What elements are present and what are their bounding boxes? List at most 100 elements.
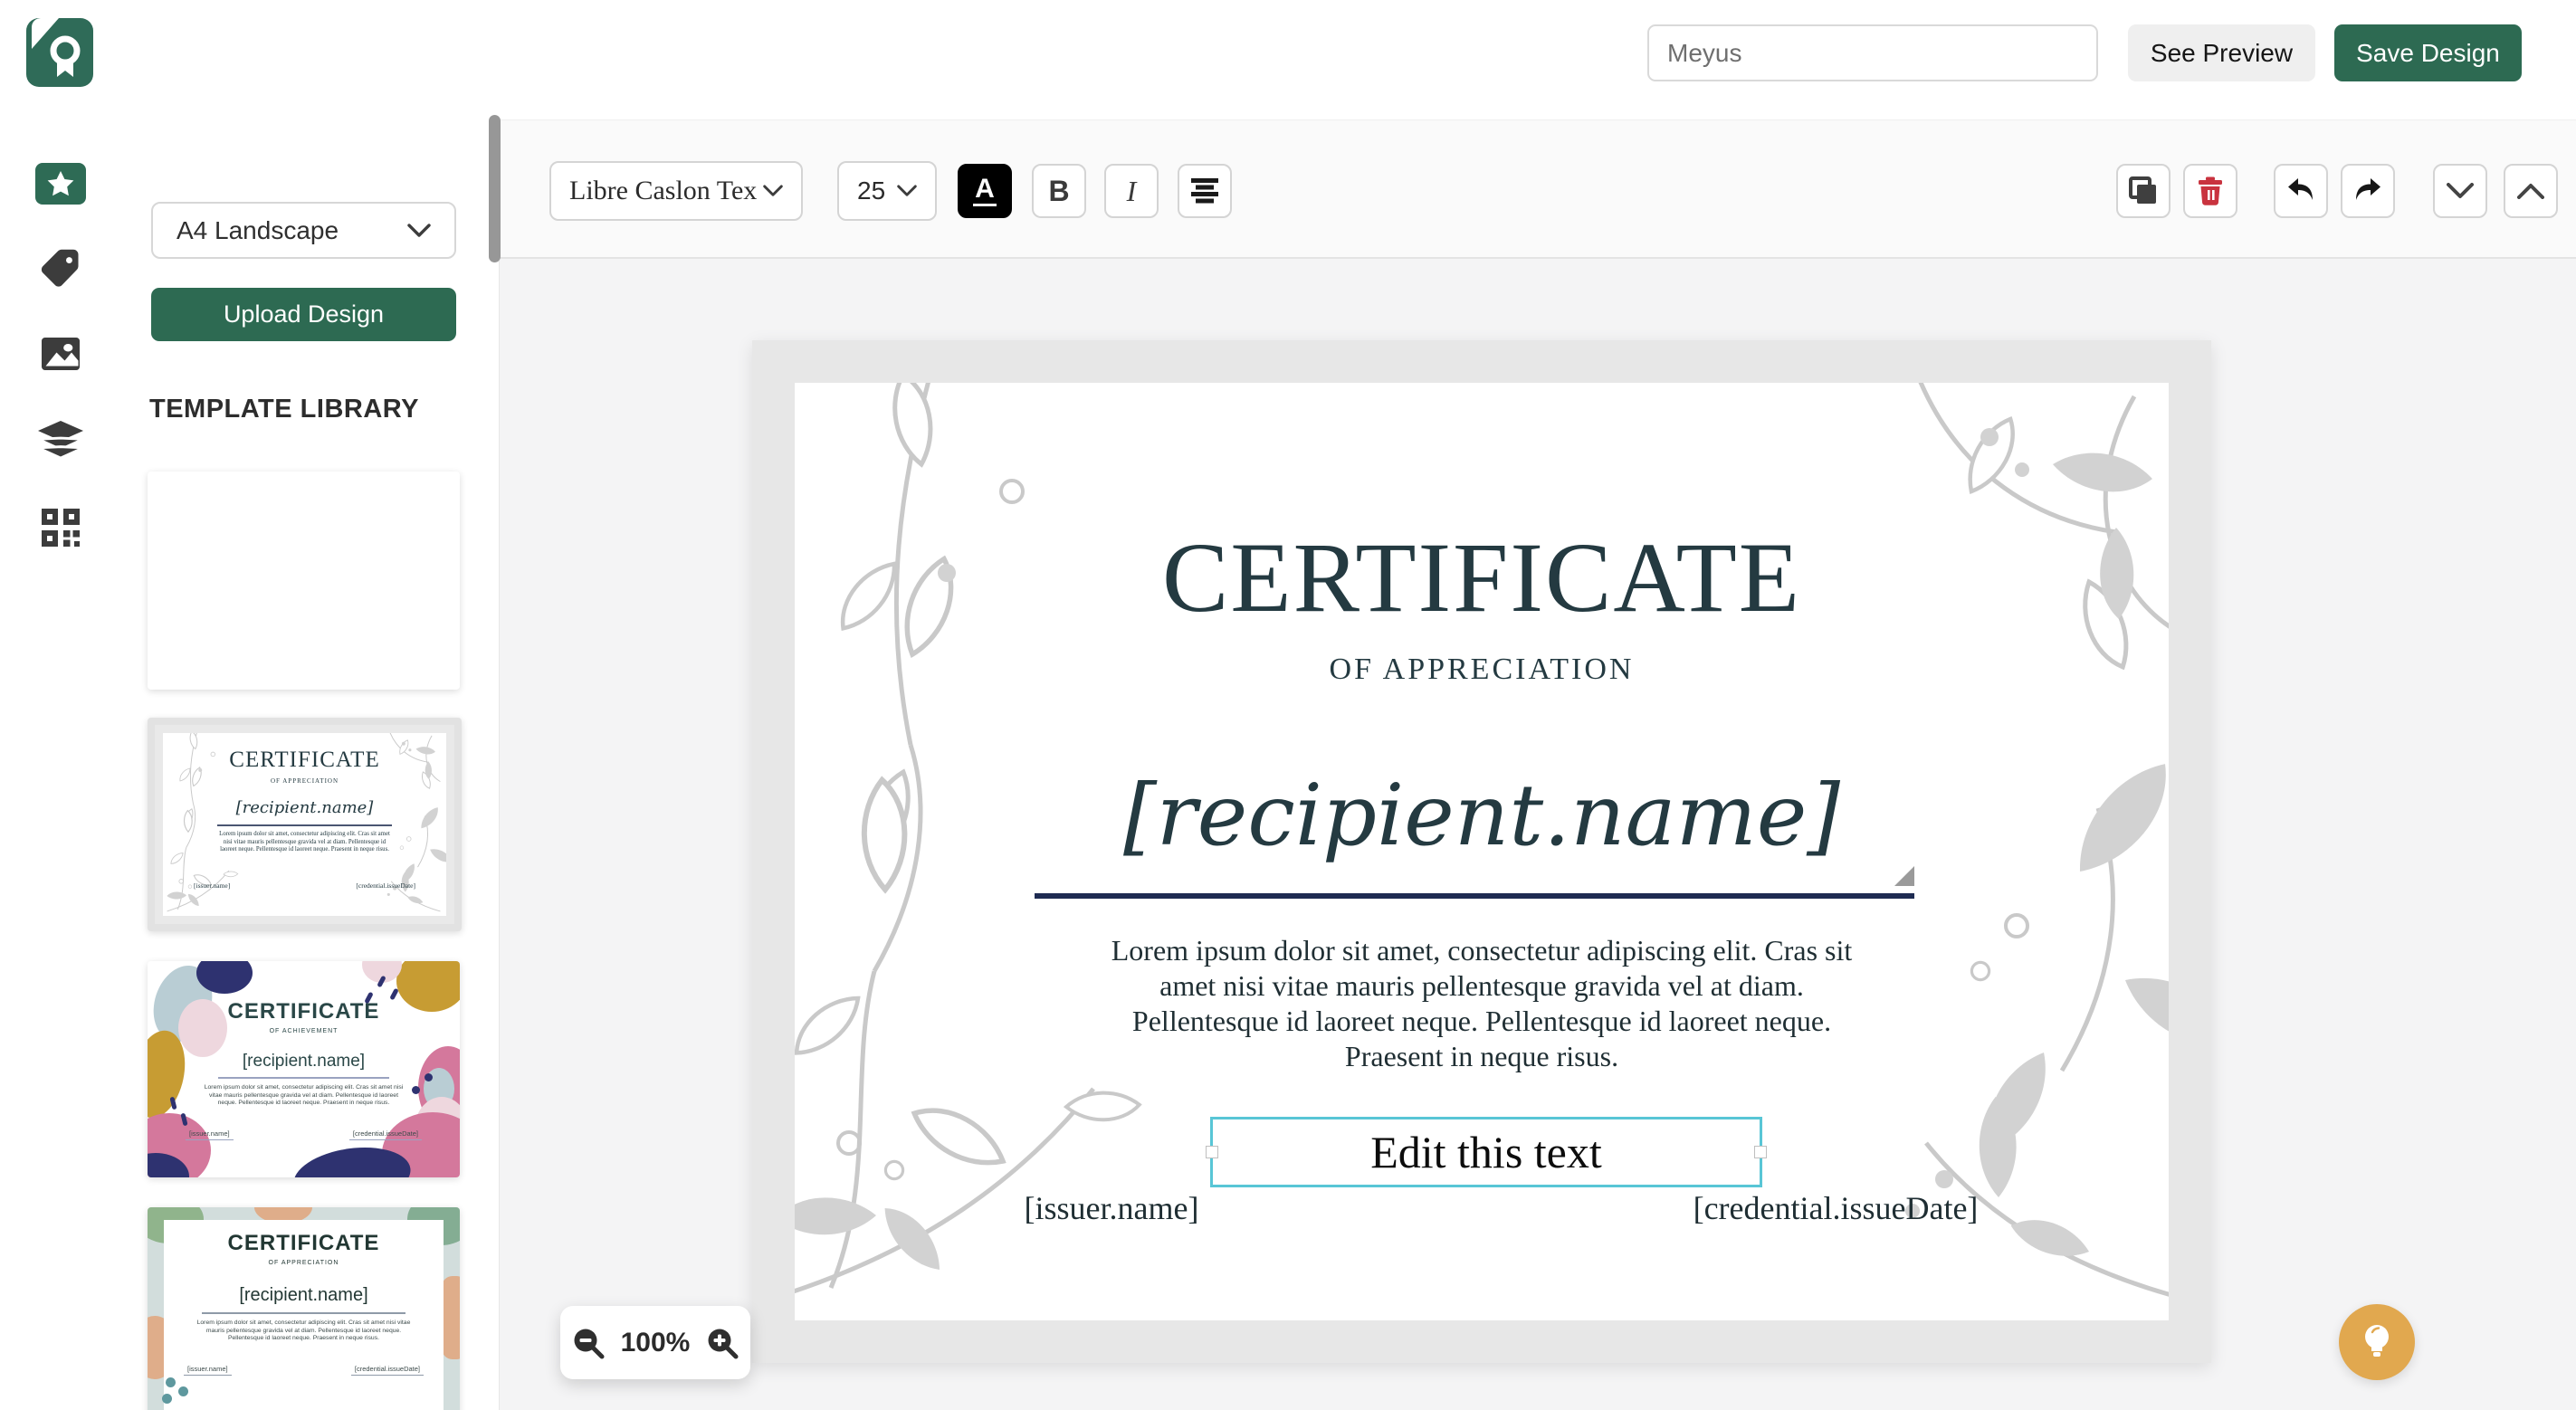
template-floral-preview: CERTIFICATE OF APPRECIATION [recipient.n… [155, 725, 454, 924]
move-up-button[interactable] [2504, 164, 2558, 218]
redo-button[interactable] [2341, 164, 2395, 218]
page-size-value: A4 Landscape [177, 215, 339, 244]
template-pastel-preview: CERTIFICATE OF APPRECIATION [recipient.n… [148, 1207, 460, 1410]
chevron-down-icon [2447, 183, 2474, 198]
app-logo [24, 16, 95, 89]
font-size-select[interactable]: 25 [837, 161, 937, 221]
sidebar-item-images[interactable] [0, 322, 120, 386]
design-canvas: CERTIFICATE OF APPRECIATION [recipient.n… [500, 259, 2576, 1410]
zoom-level-value: 100% [620, 1327, 691, 1358]
panel-scrollbar-thumb[interactable] [489, 115, 501, 262]
template-issuer: [issuer.name] [194, 881, 231, 890]
chevron-down-icon [407, 223, 431, 237]
zoom-control: 100% [560, 1306, 750, 1379]
template-library-heading: TEMPLATE LIBRARY [149, 395, 419, 424]
template-thumbnail-blank[interactable] [148, 472, 460, 690]
template-underline [217, 824, 392, 826]
align-center-icon [1191, 178, 1218, 204]
certificate-artboard[interactable]: CERTIFICATE OF APPRECIATION [recipient.n… [752, 340, 2211, 1363]
upload-design-label: Upload Design [223, 300, 385, 328]
template-abstract-preview: CERTIFICATE OF ACHIEVEMENT [recipient.na… [148, 961, 460, 1177]
selection-handle-right[interactable] [1754, 1146, 1767, 1158]
template-underline [218, 1077, 389, 1079]
template-issue-date: [credential.issueDate] [356, 881, 415, 890]
certificate-title-text[interactable]: CERTIFICATE [795, 520, 2169, 635]
undo-button[interactable] [2274, 164, 2328, 218]
template-subtitle: OF ACHIEVEMENT [269, 1028, 339, 1034]
template-subtitle: OF APPRECIATION [270, 777, 339, 785]
duplicate-icon [2129, 176, 2156, 204]
zoom-out-button[interactable] [568, 1323, 608, 1363]
selected-text-element[interactable]: Edit this text [1206, 1117, 1767, 1187]
resize-handle[interactable] [1894, 866, 1914, 886]
zoom-out-icon [574, 1329, 605, 1358]
template-title: CERTIFICATE [227, 1231, 380, 1255]
template-issuer: [issuer.name] [184, 1365, 232, 1376]
certificate-design-editor: See Preview Save Design [0, 0, 2576, 1410]
font-size-value: 25 [857, 176, 886, 205]
icon-rail [0, 0, 120, 1410]
lightbulb-icon [2365, 1325, 2389, 1357]
certificate-body-text[interactable]: Lorem ipsum dolor sit amet, consectetur … [1092, 933, 1871, 1074]
italic-button[interactable]: I [1104, 164, 1159, 218]
sidebar-item-qr-code[interactable] [0, 496, 120, 559]
save-design-label: Save Design [2356, 38, 2500, 67]
tips-fab-button[interactable] [2339, 1304, 2415, 1380]
font-family-select[interactable]: Libre Caslon Tex [549, 161, 803, 221]
image-icon [41, 338, 80, 370]
sidebar-item-templates[interactable] [0, 152, 120, 215]
chevron-down-icon [763, 185, 783, 196]
save-design-button[interactable]: Save Design [2334, 24, 2522, 81]
template-body: Lorem ipsum dolor sit amet, consectetur … [219, 831, 390, 853]
issue-date-text[interactable]: [credential.issueDate] [1655, 1189, 2017, 1227]
edit-this-text[interactable]: Edit this text [1370, 1126, 1602, 1178]
template-recipient: [recipient.name] [235, 798, 374, 817]
bold-icon: B [1048, 174, 1070, 207]
delete-button[interactable] [2183, 164, 2237, 218]
page-size-select[interactable]: A4 Landscape [151, 202, 456, 259]
template-underline [202, 1312, 405, 1314]
design-panel: A4 Landscape Upload Design TEMPLATE LIBR… [120, 0, 500, 1410]
italic-icon: I [1126, 174, 1137, 207]
text-color-button[interactable]: A [958, 164, 1012, 218]
text-align-button[interactable] [1178, 164, 1232, 218]
template-subtitle: OF APPRECIATION [268, 1260, 339, 1266]
underlined-a-icon: A [973, 176, 997, 206]
bold-button[interactable]: B [1032, 164, 1086, 218]
tag-icon [41, 249, 78, 287]
certificate-subtitle-text[interactable]: OF APPRECIATION [795, 653, 2169, 687]
top-bar: See Preview Save Design [0, 0, 2576, 119]
template-thumbnail-pastel-appreciation[interactable]: CERTIFICATE OF APPRECIATION [recipient.n… [148, 1207, 460, 1410]
text-toolbar: Libre Caslon Tex 25 A B I [500, 119, 2576, 259]
issuer-name-text[interactable]: [issuer.name] [958, 1189, 1265, 1227]
selection-handle-left[interactable] [1206, 1146, 1218, 1158]
redo-icon [2356, 178, 2380, 200]
template-body: Lorem ipsum dolor sit amet, consectetur … [204, 1084, 404, 1107]
template-recipient: [recipient.name] [242, 1052, 366, 1071]
sidebar-item-layers[interactable] [0, 409, 120, 472]
qr-code-icon [41, 509, 80, 547]
see-preview-label: See Preview [2150, 38, 2294, 67]
template-recipient: [recipient.name] [239, 1285, 368, 1305]
recipient-name-text[interactable]: [recipient.name] [795, 767, 2169, 865]
template-body: Lorem ipsum dolor sit amet, consectetur … [196, 1319, 411, 1342]
font-family-value: Libre Caslon Tex [569, 176, 758, 205]
trash-icon [2199, 176, 2222, 205]
zoom-in-button[interactable] [702, 1323, 742, 1363]
star-badge-icon [34, 163, 86, 205]
template-issuer: [issuer.name] [186, 1129, 234, 1140]
undo-icon [2288, 178, 2313, 200]
template-thumbnail-abstract-achievement[interactable]: CERTIFICATE OF ACHIEVEMENT [recipient.na… [148, 961, 460, 1177]
move-down-button[interactable] [2433, 164, 2487, 218]
design-name-input[interactable] [1647, 24, 2098, 81]
upload-design-button[interactable]: Upload Design [151, 288, 456, 341]
see-preview-button[interactable]: See Preview [2128, 24, 2315, 81]
template-issue-date: [credential.issueDate] [348, 1129, 422, 1140]
template-issue-date: [credential.issueDate] [350, 1365, 424, 1376]
chevron-down-icon [897, 185, 917, 196]
sidebar-item-attributes[interactable] [0, 237, 120, 300]
zoom-in-icon [708, 1329, 739, 1358]
duplicate-button[interactable] [2116, 164, 2171, 218]
template-thumbnail-floral-selected[interactable]: CERTIFICATE OF APPRECIATION [recipient.n… [148, 718, 462, 931]
layers-icon [37, 420, 83, 460]
